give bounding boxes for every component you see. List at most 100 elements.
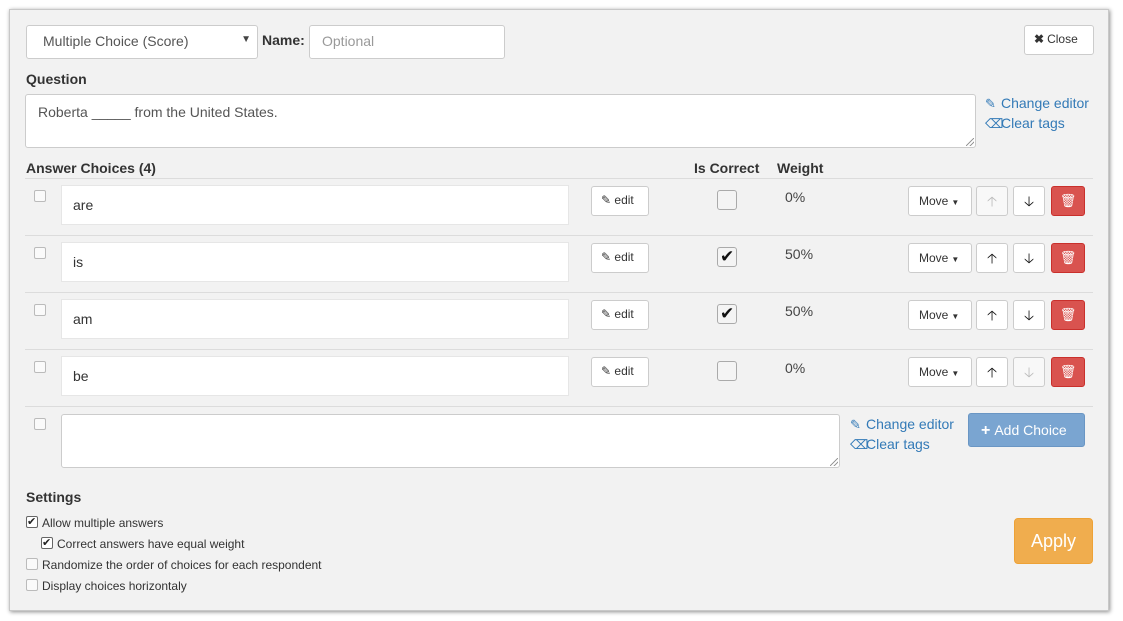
row-select-checkbox[interactable]	[34, 190, 46, 202]
arrow-down-icon: 🡣	[1023, 250, 1035, 266]
edit-label: edit	[614, 364, 634, 378]
choice-input[interactable]: are	[61, 185, 569, 225]
setting-label: Randomize the order of choices for each …	[42, 558, 322, 572]
edit-button[interactable]: ✎ edit	[591, 300, 649, 330]
pencil-icon: ✎	[601, 193, 612, 207]
setting-label: Allow multiple answers	[42, 516, 164, 530]
setting-label: Display choices horizontaly	[42, 579, 187, 593]
move-button[interactable]: Move ▼	[908, 186, 972, 216]
move-up-button[interactable]: 🡡	[976, 186, 1008, 216]
pencil-icon: ✎	[601, 250, 612, 264]
edit-button[interactable]: ✎ edit	[591, 357, 649, 387]
delete-button[interactable]: 🗑	[1051, 300, 1085, 330]
edit-label: edit	[614, 250, 634, 264]
close-label: Close	[1047, 32, 1078, 46]
choice-input[interactable]: am	[61, 299, 569, 339]
arrow-down-icon: 🡣	[1023, 193, 1035, 209]
trash-icon: 🗑	[1059, 193, 1077, 208]
move-label: Move	[919, 251, 949, 265]
is-correct-checkbox[interactable]	[717, 361, 737, 381]
setting-label: Correct answers have equal weight	[57, 537, 245, 551]
move-up-button[interactable]: 🡡	[976, 357, 1008, 387]
add-choice-button[interactable]: + Add Choice	[968, 413, 1085, 447]
settings-label: Settings	[26, 489, 82, 505]
question-text-field[interactable]: Roberta _____ from the United States.	[25, 94, 976, 148]
delete-button[interactable]: 🗑	[1051, 186, 1085, 216]
caret-down-icon: ▼	[951, 198, 960, 207]
caret-down-icon: ▼	[951, 255, 960, 264]
move-button[interactable]: Move ▼	[908, 243, 972, 273]
delete-button[interactable]: 🗑	[1051, 357, 1085, 387]
move-down-button[interactable]: 🡣	[1013, 357, 1045, 387]
move-button[interactable]: Move ▼	[908, 300, 972, 330]
setting-equal-weight[interactable]: ✔ Correct answers have equal weight	[41, 537, 244, 551]
setting-horizontal[interactable]: Display choices horizontaly	[26, 579, 187, 593]
change-editor-link[interactable]: ✎ Change editor	[850, 416, 954, 433]
edit-label: edit	[614, 193, 634, 207]
new-choice-input[interactable]	[61, 414, 840, 468]
weight-value: 0%	[785, 189, 806, 205]
setting-allow-multiple[interactable]: ✔ Allow multiple answers	[26, 516, 163, 530]
arrow-down-icon: 🡣	[1023, 364, 1035, 380]
add-choice-label: Add Choice	[994, 422, 1067, 438]
arrow-up-icon: 🡡	[986, 307, 998, 323]
checkbox[interactable]	[26, 579, 38, 591]
new-choice-checkbox[interactable]	[34, 418, 46, 430]
question-text: Roberta _____ from the United States.	[38, 104, 278, 120]
trash-icon: 🗑	[1059, 364, 1077, 379]
delete-button[interactable]: 🗑	[1051, 243, 1085, 273]
checkmark-icon: ✔	[27, 516, 37, 528]
edit-button[interactable]: ✎ edit	[591, 243, 649, 273]
clear-tags-link[interactable]: ⌫Clear tags	[985, 115, 1065, 132]
is-correct-checkbox[interactable]: ✔	[717, 247, 737, 267]
apply-button[interactable]: Apply	[1014, 518, 1093, 564]
edit-label: edit	[614, 307, 634, 321]
arrow-up-icon: 🡡	[986, 250, 998, 266]
pencil-icon: ✎	[850, 417, 861, 432]
checkbox[interactable]: ✔	[26, 516, 38, 528]
trash-icon: 🗑	[1059, 250, 1077, 265]
is-correct-header: Is Correct	[694, 160, 760, 176]
pencil-icon: ✎	[601, 307, 612, 321]
move-down-button[interactable]: 🡣	[1013, 243, 1045, 273]
is-correct-checkbox[interactable]	[717, 190, 737, 210]
eraser-icon: ⌫	[850, 437, 869, 452]
pencil-icon: ✎	[601, 364, 612, 378]
checkmark-icon: ✔	[720, 247, 735, 266]
question-editor-panel: Multiple Choice (Score) ▼ Name: Optional…	[9, 9, 1109, 611]
clear-tags-link[interactable]: ⌫Clear tags	[850, 436, 930, 453]
change-editor-link[interactable]: ✎ Change editor	[985, 95, 1089, 112]
move-up-button[interactable]: 🡡	[976, 300, 1008, 330]
resize-grip-icon[interactable]	[830, 458, 838, 466]
setting-randomize[interactable]: Randomize the order of choices for each …	[26, 558, 322, 572]
divider	[25, 178, 1093, 179]
is-correct-checkbox[interactable]: ✔	[717, 304, 737, 324]
move-label: Move	[919, 365, 949, 379]
row-select-checkbox[interactable]	[34, 361, 46, 373]
checkbox[interactable]: ✔	[41, 537, 53, 549]
choice-input[interactable]: is	[61, 242, 569, 282]
answer-choices-label: Answer Choices (4)	[26, 160, 156, 176]
row-select-checkbox[interactable]	[34, 247, 46, 259]
checkbox[interactable]	[26, 558, 38, 570]
choice-input[interactable]: be	[61, 356, 569, 396]
row-select-checkbox[interactable]	[34, 304, 46, 316]
divider	[25, 406, 1093, 407]
move-down-button[interactable]: 🡣	[1013, 186, 1045, 216]
name-input[interactable]: Optional	[309, 25, 505, 59]
arrow-up-icon: 🡡	[986, 193, 998, 209]
question-label: Question	[26, 71, 87, 87]
edit-button[interactable]: ✎ edit	[591, 186, 649, 216]
weight-value: 50%	[785, 246, 814, 262]
clear-tags-label: Clear tags	[1001, 115, 1065, 131]
divider	[25, 235, 1093, 236]
clear-tags-label: Clear tags	[866, 436, 930, 452]
arrow-up-icon: 🡡	[986, 364, 998, 380]
move-down-button[interactable]: 🡣	[1013, 300, 1045, 330]
close-button[interactable]: ✖ Close	[1024, 25, 1094, 55]
question-type-select[interactable]: Multiple Choice (Score) ▼	[26, 25, 258, 59]
resize-grip-icon[interactable]	[966, 138, 974, 146]
move-up-button[interactable]: 🡡	[976, 243, 1008, 273]
name-label: Name:	[262, 32, 305, 48]
move-button[interactable]: Move ▼	[908, 357, 972, 387]
